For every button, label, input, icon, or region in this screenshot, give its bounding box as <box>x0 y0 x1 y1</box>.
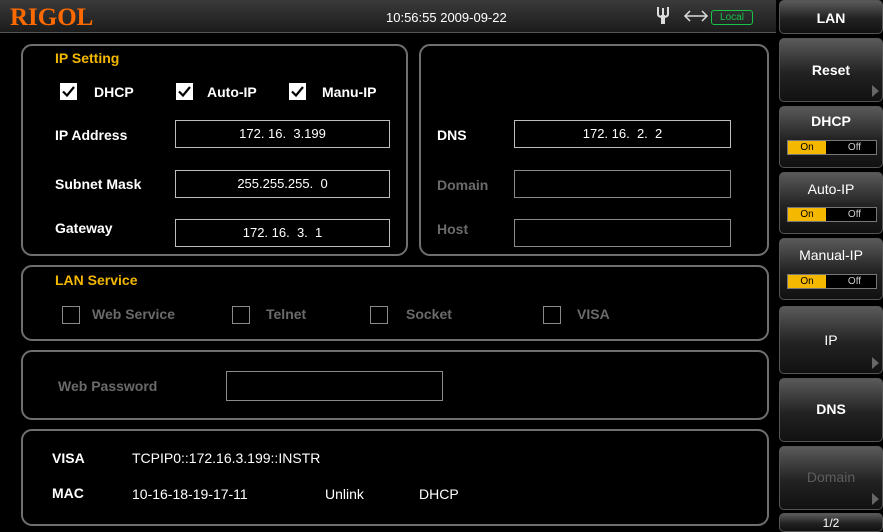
menu-title-label: LAN <box>816 10 846 26</box>
visa-service-label: VISA <box>577 306 610 322</box>
visa-service-checkbox[interactable] <box>543 306 561 324</box>
dhcp-toggle[interactable]: On Off <box>787 140 877 155</box>
gateway-label: Gateway <box>55 220 113 236</box>
submenu-arrow-icon <box>872 85 879 97</box>
telnet-label: Telnet <box>266 306 307 322</box>
usb-icon <box>655 6 671 26</box>
datetime-display: 10:56:55 2009-09-22 <box>386 10 507 25</box>
check-icon <box>291 86 304 98</box>
menu-title: LAN <box>779 0 883 34</box>
dhcp-softkey[interactable]: DHCP On Off <box>779 106 883 168</box>
autoip-softkey[interactable]: Auto-IP On Off <box>779 172 883 234</box>
submenu-arrow-icon <box>872 493 879 505</box>
manualip-softkey[interactable]: Manual-IP On Off <box>779 238 883 300</box>
domain-softkey[interactable]: Domain <box>779 446 883 510</box>
ip-softkey-label: IP <box>824 332 838 348</box>
page-number: 1/2 <box>822 516 840 530</box>
autoip-label: Auto-IP <box>207 84 257 100</box>
network-status-panel <box>21 429 769 526</box>
ip-address-label: IP Address <box>55 127 128 143</box>
dhcp-softkey-label: DHCP <box>811 113 851 129</box>
ip-softkey[interactable]: IP <box>779 306 883 374</box>
toggle-off: Off <box>847 209 862 220</box>
telnet-checkbox[interactable] <box>232 306 250 324</box>
web-password-label: Web Password <box>58 378 158 394</box>
subnet-mask-field[interactable]: 255.255.255. 0 <box>175 170 390 198</box>
dns-softkey-label: DNS <box>816 401 846 417</box>
softkey-menu: LAN Reset DHCP On Off Auto-IP On Off Man… <box>779 0 883 532</box>
reset-softkey-label: Reset <box>811 62 851 78</box>
visa-address-value: TCPIP0::172.16.3.199::INSTR <box>132 450 321 466</box>
socket-checkbox[interactable] <box>370 306 388 324</box>
toggle-on: On <box>788 275 826 288</box>
mac-label: MAC <box>52 485 84 501</box>
page-indicator[interactable]: 1/2 <box>779 513 883 532</box>
domain-softkey-label: Domain <box>806 469 856 485</box>
autoip-checkbox[interactable] <box>176 83 193 100</box>
visa-label: VISA <box>52 450 85 466</box>
ip-setting-title: IP Setting <box>55 50 120 66</box>
domain-label: Domain <box>437 177 489 193</box>
check-icon <box>178 86 191 98</box>
mac-address-value: 10-16-18-19-17-11 <box>132 486 248 502</box>
manualip-toggle[interactable]: On Off <box>787 274 877 289</box>
web-service-checkbox[interactable] <box>62 306 80 324</box>
dhcp-label: DHCP <box>94 84 134 100</box>
domain-field[interactable] <box>514 170 731 198</box>
dns-label: DNS <box>437 127 467 143</box>
dhcp-checkbox[interactable] <box>60 83 77 100</box>
socket-label: Socket <box>406 306 452 322</box>
host-label: Host <box>437 221 469 237</box>
ip-mode-value: DHCP <box>419 486 459 502</box>
web-service-label: Web Service <box>92 306 176 322</box>
toggle-off: Off <box>847 276 862 287</box>
gateway-field[interactable]: 172. 16. 3. 1 <box>175 219 390 247</box>
lan-service-title: LAN Service <box>55 272 138 288</box>
ip-address-field[interactable]: 172. 16. 3.199 <box>175 120 390 148</box>
dns-softkey[interactable]: DNS <box>779 378 883 442</box>
check-icon <box>62 86 75 98</box>
toggle-on: On <box>788 141 826 154</box>
manuip-label: Manu-IP <box>322 84 377 100</box>
submenu-arrow-icon <box>872 357 879 369</box>
reset-softkey[interactable]: Reset <box>779 38 883 102</box>
autoip-toggle[interactable]: On Off <box>787 207 877 222</box>
manualip-softkey-label: Manual-IP <box>799 247 863 263</box>
link-state-value: Unlink <box>325 486 364 502</box>
local-mode-badge: Local <box>711 10 753 25</box>
host-field[interactable] <box>514 219 731 247</box>
subnet-mask-label: Subnet Mask <box>55 176 142 192</box>
web-password-field[interactable] <box>226 371 443 401</box>
network-arrow-icon <box>683 8 709 24</box>
toggle-off: Off <box>847 142 862 153</box>
brand-logo: RIGOL <box>10 4 94 31</box>
manuip-checkbox[interactable] <box>289 83 306 100</box>
dns-field[interactable]: 172. 16. 2. 2 <box>514 120 731 148</box>
autoip-softkey-label: Auto-IP <box>807 181 855 197</box>
toggle-on: On <box>788 208 826 221</box>
